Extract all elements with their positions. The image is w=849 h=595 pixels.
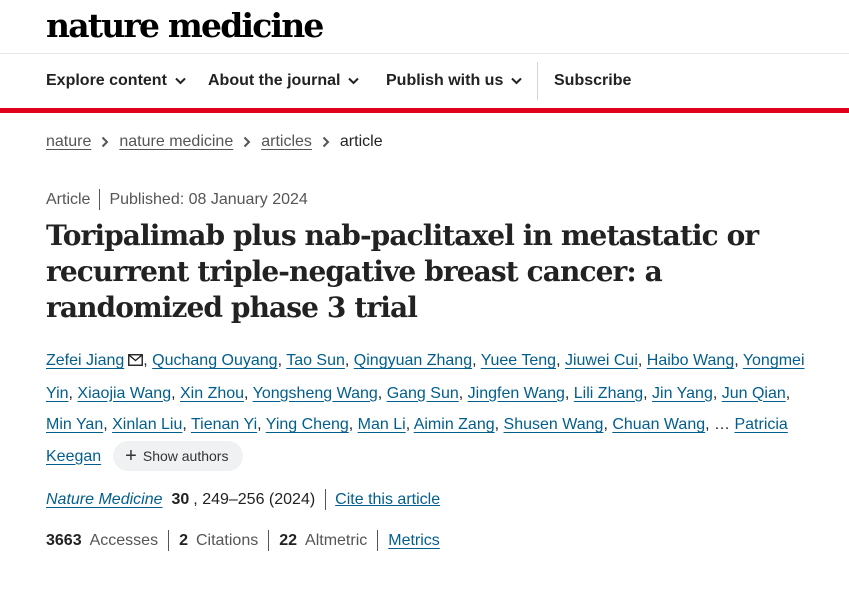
author-link[interactable]: Haibo Wang [647, 352, 734, 369]
citation-divider [325, 489, 327, 510]
author-link[interactable]: Gang Sun [387, 385, 459, 402]
volume: 30 [171, 490, 190, 508]
accesses-count: 3663 [46, 531, 82, 549]
altmetric-score: 22 [279, 531, 298, 549]
metrics-divider [377, 530, 379, 551]
accent-bar [0, 108, 849, 113]
show-authors-button[interactable]: + Show authors [113, 441, 244, 472]
metrics-divider [268, 530, 270, 551]
breadcrumb-current: article [339, 133, 383, 150]
author-link[interactable]: Min Yan [46, 416, 103, 433]
author-link[interactable]: Jun Qian [722, 385, 786, 402]
nav-about-label: About the journal [208, 72, 341, 89]
envelope-icon[interactable] [128, 346, 144, 378]
metrics-bar: 3663 Accesses 2 Citations 22 Altmetric M… [46, 530, 440, 551]
show-authors-label: Show authors [142, 448, 229, 465]
author-list: Zefei Jiang, Quchang Ouyang, Tao Sun, Qi… [46, 345, 811, 472]
citations-label: Citations [195, 531, 259, 549]
author-link[interactable]: Jiuwei Cui [565, 352, 638, 369]
author-link[interactable]: Lili Zhang [574, 385, 643, 402]
accesses-label: Accesses [89, 531, 159, 549]
published-date: Published: 08 January 2024 [109, 190, 308, 208]
pages-year: , 249–256 (2024) [193, 490, 316, 508]
breadcrumb: nature nature medicine articles article [46, 133, 383, 151]
chevron-down-icon [175, 77, 186, 85]
author-link[interactable]: Yuee Teng [481, 352, 556, 369]
metrics-divider [168, 530, 170, 551]
nav-publish-with-us[interactable]: Publish with us [386, 54, 523, 108]
chevron-down-icon [511, 77, 523, 85]
journal-link[interactable]: Nature Medicine [46, 491, 163, 509]
author-link[interactable]: Yongsheng Wang [253, 385, 378, 402]
author-link[interactable]: Ying Cheng [266, 416, 349, 433]
article-meta: Article Published: 08 January 2024 [46, 189, 308, 210]
cite-this-article-link[interactable]: Cite this article [335, 491, 440, 509]
logo-bar: nature medicine [0, 0, 849, 54]
author-link[interactable]: Xiaojia Wang [77, 385, 171, 402]
breadcrumb-nature-medicine[interactable]: nature medicine [119, 133, 233, 151]
author-link[interactable]: Tao Sun [286, 352, 345, 369]
author-link[interactable]: Jingfen Wang [468, 385, 565, 402]
author-link[interactable]: Zefei Jiang [46, 352, 124, 369]
nav-explore-content[interactable]: Explore content [46, 54, 186, 108]
chevron-down-icon [348, 77, 360, 85]
site-header: nature medicine Explore content About th… [0, 0, 849, 113]
citations-count: 2 [179, 531, 188, 549]
author-ellipsis: … [714, 416, 731, 433]
meta-divider [99, 189, 101, 210]
breadcrumb-nature[interactable]: nature [46, 133, 91, 151]
metrics-link[interactable]: Metrics [388, 532, 440, 550]
author-link[interactable]: Xinlan Liu [112, 416, 182, 433]
chevron-right-icon [243, 136, 251, 148]
nav-about-journal[interactable]: About the journal [208, 54, 360, 108]
chevron-right-icon [322, 136, 330, 148]
author-link[interactable]: Xin Zhou [180, 385, 244, 402]
breadcrumb-articles[interactable]: articles [261, 133, 312, 151]
article-title: Toripalimab plus nab-paclitaxel in metas… [46, 219, 759, 324]
author-link[interactable]: Quchang Ouyang [152, 352, 277, 369]
nav-explore-label: Explore content [46, 72, 167, 89]
nav-subscribe[interactable]: Subscribe [554, 54, 631, 108]
nav-publish-label: Publish with us [386, 72, 504, 89]
author-link[interactable]: Tienan Yi [191, 416, 257, 433]
author-link[interactable]: Aimin Zang [414, 416, 495, 433]
author-link[interactable]: Chuan Wang [612, 416, 705, 433]
main-nav: Explore content About the journal Publis… [0, 54, 849, 108]
citation-line: Nature Medicine 30 , 249–256 (2024) Cite… [46, 489, 440, 510]
plus-icon: + [125, 445, 137, 468]
nav-subscribe-label: Subscribe [554, 72, 632, 89]
article-type: Article [46, 190, 91, 208]
chevron-right-icon [101, 136, 109, 148]
nav-divider [537, 62, 538, 100]
author-link[interactable]: Qingyuan Zhang [354, 352, 472, 369]
altmetric-label: Altmetric [305, 531, 368, 549]
author-link[interactable]: Man Li [358, 416, 406, 433]
author-link[interactable]: Shusen Wang [504, 416, 604, 433]
author-link[interactable]: Jin Yang [652, 385, 713, 402]
site-logo[interactable]: nature medicine [46, 6, 324, 46]
